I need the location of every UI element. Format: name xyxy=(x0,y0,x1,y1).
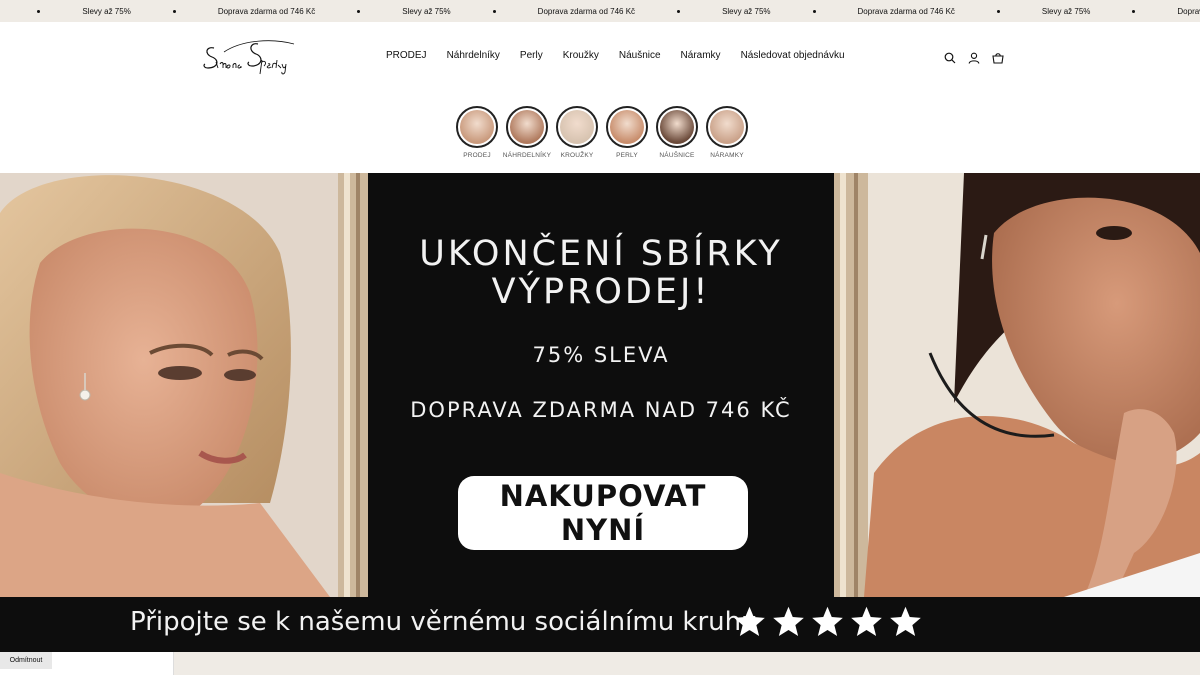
category-naramky[interactable]: NÁRAMKY xyxy=(706,106,748,159)
star-icon xyxy=(771,603,806,641)
announcement-item: Doprava zdarma od 746 Kč xyxy=(218,7,402,16)
hero-banner: UKONČENÍ SBÍRKY VÝPRODEJ! 75% SLEVA DOPR… xyxy=(0,173,1200,597)
logo[interactable] xyxy=(202,38,298,78)
cookie-dismiss-label: Odmítnout xyxy=(9,657,43,664)
nav-item-perly[interactable]: Perly xyxy=(520,50,543,61)
hero-title: UKONČENÍ SBÍRKY VÝPRODEJ! xyxy=(368,235,834,311)
bullet-dot-icon xyxy=(812,9,816,13)
announcement-item: Slevy až 75% xyxy=(1042,7,1177,16)
nav-item-nahrdelniky[interactable]: Náhrdelníky xyxy=(447,50,500,61)
nav-item-naramky[interactable]: Náramky xyxy=(681,50,721,61)
bullet-dot-icon xyxy=(357,9,361,13)
category-nahrdelniky[interactable]: NÁHRDELNÍKY xyxy=(502,106,552,159)
announcement-track: KčSlevy až 75%Doprava zdarma od 746 KčSl… xyxy=(0,0,1200,22)
bullet-dot-icon xyxy=(37,9,41,13)
announcement-text: Slevy až 75% xyxy=(1041,6,1091,16)
nav-item-nausnice[interactable]: Náušnice xyxy=(619,50,661,61)
category-circles: PRODEJ NÁHRDELNÍKY KROUŽKY PERLY NÁUŠNIC… xyxy=(456,106,748,159)
category-nausnice[interactable]: NÁUŠNICE xyxy=(656,106,698,159)
announcement-item: Slevy až 75% xyxy=(402,7,537,16)
category-label: PRODEJ xyxy=(463,152,491,159)
star-icon xyxy=(849,603,884,641)
category-perly[interactable]: PERLY xyxy=(606,106,648,159)
bullet-dot-icon xyxy=(677,9,681,13)
announcement-item: Slevy až 75% xyxy=(722,7,857,16)
announcement-text: Doprava zdarma od 746 Kč xyxy=(857,6,955,16)
logo-signature-icon xyxy=(203,40,295,75)
category-label: NÁHRDELNÍKY xyxy=(502,152,552,159)
announcement-text: Doprava zdarma od 746 Kč xyxy=(217,6,316,16)
site-header: PRODEJ Náhrdelníky Perly Kroužky Náušnic… xyxy=(0,22,1200,94)
star-icon xyxy=(810,603,845,641)
announcement-bar: KčSlevy až 75%Doprava zdarma od 746 KčSl… xyxy=(0,0,1200,22)
star-icon xyxy=(732,603,767,641)
hero-discount: 75% SLEVA xyxy=(532,343,670,367)
footer-strip xyxy=(174,652,1200,675)
model-portrait-left-icon xyxy=(0,173,368,597)
category-image xyxy=(706,106,748,148)
announcement-text: Slevy až 75% xyxy=(722,6,771,16)
category-label: NÁRAMKY xyxy=(710,152,744,159)
announcement-item: Doprava zdarma od 746 Kč xyxy=(1177,7,1200,16)
cart-icon[interactable] xyxy=(992,52,1004,64)
bullet-dot-icon xyxy=(172,9,176,13)
nav-item-prodej[interactable]: PRODEJ xyxy=(386,50,427,61)
announcement-text: Doprava zdarma od 746 Kč xyxy=(1177,6,1200,16)
category-image xyxy=(456,106,498,148)
announcement-text: Doprava zdarma od 746 Kč xyxy=(537,6,636,16)
hero-title-line1: UKONČENÍ SBÍRKY xyxy=(419,234,783,274)
nav-item-order-tracking[interactable]: Následovat objednávku xyxy=(741,50,845,61)
shop-now-button[interactable]: NAKUPOVAT NYNÍ xyxy=(458,476,748,550)
hero-photo-left xyxy=(0,173,368,597)
category-image xyxy=(656,106,698,148)
bullet-dot-icon xyxy=(1132,9,1136,13)
model-portrait-right-icon xyxy=(834,173,1200,597)
announcement-text: Slevy až 75% xyxy=(82,6,131,16)
category-image xyxy=(606,106,648,148)
bullet-dot-icon xyxy=(492,9,496,13)
rating-stars xyxy=(732,603,923,641)
bullet-dot-icon xyxy=(996,9,1000,13)
hero-photo-right xyxy=(834,173,1200,597)
category-label: NÁUŠNICE xyxy=(659,152,695,159)
category-image xyxy=(556,106,598,148)
hero-shipping: DOPRAVA ZDARMA NAD 746 KČ xyxy=(410,398,792,422)
announcement-item: Doprava zdarma od 746 Kč xyxy=(858,7,1042,16)
category-label: PERLY xyxy=(616,152,638,159)
social-text: Připojte se k našemu věrnému sociálnímu … xyxy=(130,607,758,637)
announcement-item: Doprava zdarma od 746 Kč xyxy=(538,7,722,16)
shop-now-label: NAKUPOVAT NYNÍ xyxy=(499,479,707,547)
hero-title-line2: VÝPRODEJ! xyxy=(491,272,711,312)
announcement-item: Slevy až 75% xyxy=(82,7,217,16)
hero-promo-panel: UKONČENÍ SBÍRKY VÝPRODEJ! 75% SLEVA DOPR… xyxy=(368,173,834,597)
category-image xyxy=(506,106,548,148)
category-label: KROUŽKY xyxy=(560,152,594,159)
nav-item-krouzky[interactable]: Kroužky xyxy=(563,50,599,61)
main-nav: PRODEJ Náhrdelníky Perly Kroužky Náušnic… xyxy=(386,50,865,61)
category-prodej[interactable]: PRODEJ xyxy=(456,106,498,159)
social-banner: Připojte se k našemu věrnému sociálnímu … xyxy=(0,597,1200,652)
announcement-text: Slevy až 75% xyxy=(402,6,451,16)
star-icon xyxy=(888,603,923,641)
account-icon[interactable] xyxy=(968,52,980,64)
header-icons xyxy=(944,52,1004,64)
cookie-dismiss-button[interactable]: Odmítnout xyxy=(0,652,52,669)
search-icon[interactable] xyxy=(944,52,956,64)
announcement-item: Kč xyxy=(0,7,82,16)
category-krouzky[interactable]: KROUŽKY xyxy=(556,106,598,159)
